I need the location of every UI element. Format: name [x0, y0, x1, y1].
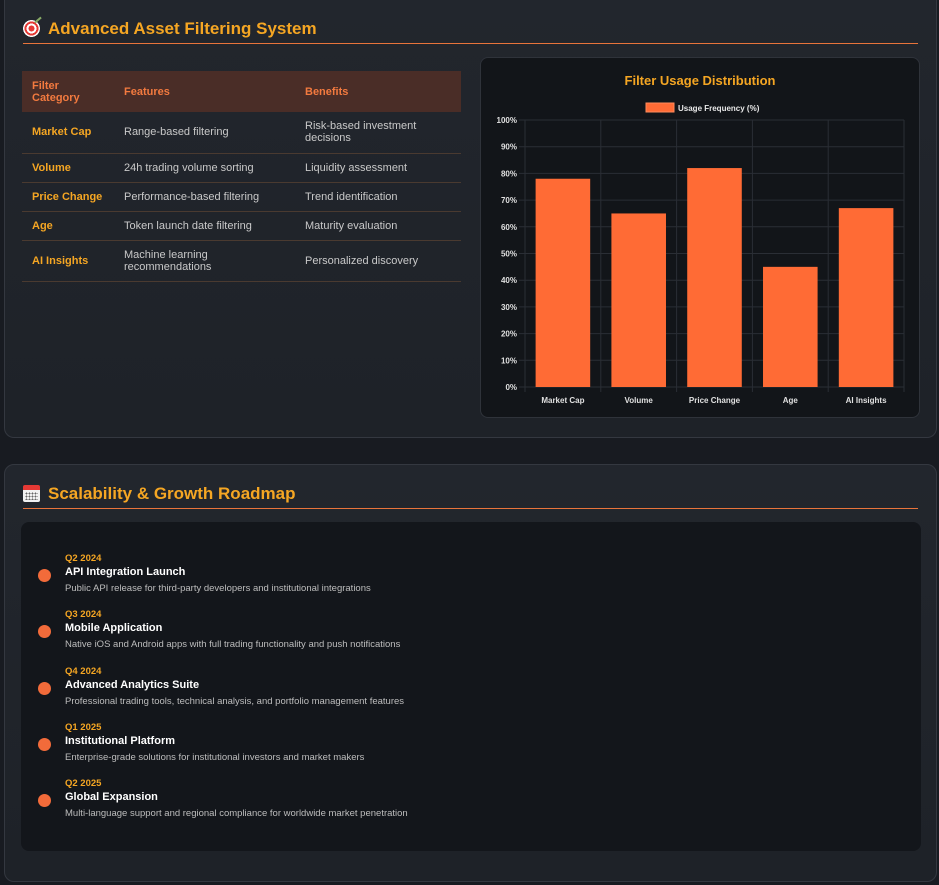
timeline-date: Q4 2024 — [65, 666, 102, 677]
timeline-date: Q2 2025 — [65, 778, 102, 789]
table-cell-feature: Performance-based filtering — [114, 182, 295, 212]
table-header: Features — [114, 71, 295, 112]
table-cell-feature: Token launch date filtering — [114, 211, 295, 241]
x-tick-label: Price Change — [689, 396, 741, 405]
y-tick-label: 100% — [497, 116, 517, 125]
chart-bar — [535, 178, 591, 387]
timeline-dot — [38, 569, 51, 582]
roadmap-section-title: Scalability & Growth Roadmap — [48, 483, 296, 503]
timeline-title: Global Expansion — [65, 791, 158, 803]
timeline: Q2 2024 API Integration Launch Public AP… — [21, 522, 921, 851]
timeline-description: Public API release for third-party devel… — [65, 583, 371, 594]
filter-section-header: Advanced Asset Filtering System — [23, 14, 918, 44]
target-icon — [23, 20, 40, 37]
bar-chart: 0% 10% 20% 30% 40% 50% 60% 70% 80% 90% 100% Market … — [497, 102, 905, 405]
timeline-item: Q2 2025 Global Expansion Multi-language … — [21, 778, 901, 828]
timeline-date: Q2 2024 — [65, 553, 102, 564]
table-row: Market Cap Range-based filtering Risk-ba… — [22, 112, 461, 154]
table-cell-category: Market Cap — [22, 112, 114, 154]
y-tick-label: 20% — [501, 330, 517, 339]
legend-label: Usage Frequency (%) — [678, 104, 760, 113]
table-cell-benefit: Trend identification — [295, 182, 461, 212]
y-tick-label: 10% — [501, 356, 517, 365]
chart-bar — [838, 208, 894, 387]
y-tick-label: 50% — [501, 250, 517, 259]
table-cell-feature: Machine learning recommendations — [114, 240, 295, 282]
table-cell-category: AI Insights — [22, 240, 114, 282]
filter-section-title: Advanced Asset Filtering System — [48, 18, 317, 38]
legend-swatch — [645, 102, 675, 113]
timeline-description: Native iOS and Android apps with full tr… — [65, 639, 401, 650]
y-tick-label: 90% — [501, 143, 517, 152]
x-tick-label: Age — [783, 396, 799, 405]
table-cell-category: Price Change — [22, 182, 114, 212]
table-row: Price Change Performance-based filtering… — [22, 182, 461, 212]
table-cell-category: Age — [22, 211, 114, 241]
roadmap-section-header: Scalability & Growth Roadmap — [23, 479, 918, 509]
chart-card: Filter Usage Distribution 0% 10% 20% 30% 40%… — [480, 57, 920, 418]
timeline-description: Professional trading tools, technical an… — [65, 696, 405, 707]
filter-table: Filter Category Features Benefits Market… — [22, 71, 461, 282]
timeline-item: Q1 2025 Institutional Platform Enterpris… — [21, 722, 901, 772]
x-tick-label: Market Cap — [541, 396, 584, 405]
timeline-description: Multi-language support and regional comp… — [65, 808, 408, 819]
timeline-description: Enterprise-grade solutions for instituti… — [65, 752, 365, 763]
chart-bar — [687, 168, 742, 387]
table-header: Filter Category — [22, 71, 114, 112]
timeline-dot — [38, 682, 51, 695]
calendar-icon — [23, 485, 40, 502]
table-row: AI Insights Machine learning recommendat… — [22, 240, 461, 282]
y-tick-label: 40% — [501, 276, 517, 285]
timeline-title: API Integration Launch — [65, 566, 186, 578]
table-cell-feature: Range-based filtering — [114, 112, 295, 154]
table-row: Volume 24h trading volume sorting Liquid… — [22, 153, 461, 183]
x-tick-label: AI Insights — [846, 396, 887, 405]
timeline-title: Mobile Application — [65, 622, 163, 634]
table-header: Benefits — [295, 71, 461, 112]
chart-bar — [611, 213, 666, 387]
table-cell-benefit: Personalized discovery — [295, 240, 461, 282]
timeline-title: Advanced Analytics Suite — [65, 679, 200, 691]
roadmap-section-card: Scalability & Growth Roadmap Q2 2024 API… — [4, 464, 937, 882]
table-cell-category: Volume — [22, 153, 114, 183]
x-tick-label: Volume — [625, 396, 654, 405]
chart-bar — [763, 266, 818, 387]
timeline-item: Q4 2024 Advanced Analytics Suite Profess… — [21, 666, 901, 716]
table-row: Age Token launch date filtering Maturity… — [22, 211, 461, 241]
table-cell-benefit: Risk-based investment decisions — [295, 112, 461, 154]
y-tick-label: 60% — [501, 223, 517, 232]
timeline-item: Q3 2024 Mobile Application Native iOS an… — [21, 609, 901, 659]
y-tick-label: 30% — [501, 303, 517, 312]
table-cell-benefit: Liquidity assessment — [295, 153, 461, 183]
timeline-dot — [38, 625, 51, 638]
timeline-date: Q1 2025 — [65, 722, 102, 733]
y-tick-label: 80% — [501, 169, 517, 178]
timeline-title: Institutional Platform — [65, 735, 175, 747]
table-cell-benefit: Maturity evaluation — [295, 211, 461, 241]
table-cell-feature: 24h trading volume sorting — [114, 153, 295, 183]
timeline-dot — [38, 794, 51, 807]
timeline-date: Q3 2024 — [65, 609, 102, 620]
filter-section-card: Advanced Asset Filtering System Filter C… — [4, 0, 937, 438]
table-header-row: Filter Category Features Benefits — [22, 71, 461, 112]
timeline-dot — [38, 738, 51, 751]
y-tick-label: 70% — [501, 196, 517, 205]
timeline-item: Q2 2024 API Integration Launch Public AP… — [21, 553, 901, 603]
y-tick-label: 0% — [505, 383, 517, 392]
